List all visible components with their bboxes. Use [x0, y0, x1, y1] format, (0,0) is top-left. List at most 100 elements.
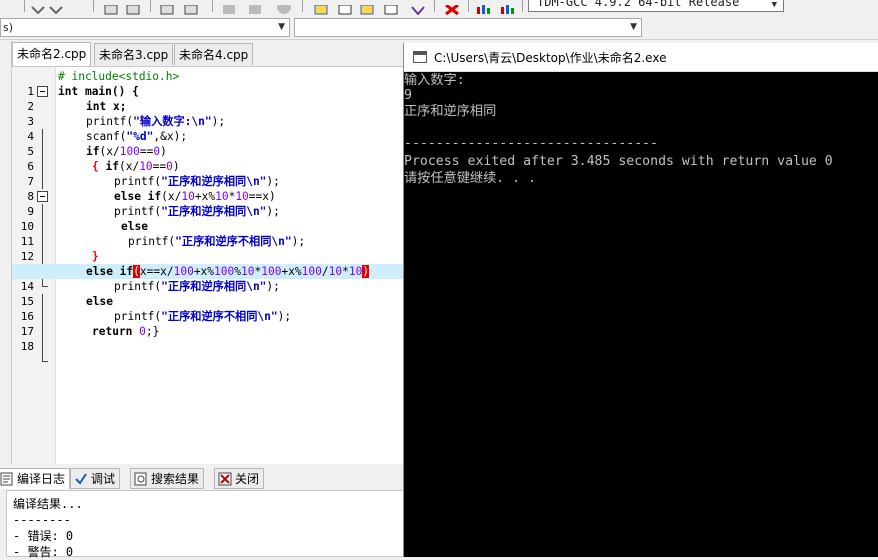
code-text: if(x/100==0): [86, 144, 167, 159]
member-combo[interactable]: ▼: [294, 18, 642, 37]
tab-file-3[interactable]: 未命名4.cpp: [174, 43, 254, 65]
code-text: printf("输入数字:\n");: [86, 114, 225, 129]
stop-icon[interactable]: [222, 0, 238, 14]
code-token: x==x/: [139, 265, 174, 278]
toolbar: TDM-GCC 4.9.2 64-bit Release ▼: [0, 0, 878, 16]
code-line[interactable]: 5 scanf("%d",&x);: [12, 129, 403, 174]
string-literal: "正序和逆序不相同\n": [175, 235, 292, 248]
code-line[interactable]: 7 { if(x/10==0): [12, 159, 403, 202]
toolbar-separator: [468, 0, 469, 12]
keyword: if: [86, 145, 100, 158]
compile-icon[interactable]: [104, 0, 120, 15]
code-token: printf(: [86, 115, 134, 128]
code-line-current[interactable]: 14 else if(x==x/100+x%100%10*100+x%100/1…: [12, 264, 403, 309]
code-line[interactable]: 2 int main() {: [12, 84, 403, 113]
code-text: else: [86, 294, 113, 309]
code-line[interactable]: 1 # include<stdio.h>: [12, 69, 403, 98]
code-line[interactable]: 18 return 0;}: [12, 324, 403, 362]
tab-file-1[interactable]: 未命名2.cpp: [12, 42, 92, 66]
number-literal: 100: [301, 265, 322, 278]
code-editor[interactable]: 1 # include<stdio.h> 2 int main() { 3 in…: [12, 66, 403, 464]
chart-icon[interactable]: [276, 0, 292, 14]
redo-icon[interactable]: [48, 0, 64, 15]
code-token: );: [277, 310, 292, 323]
tab-compile-log[interactable]: 编译日志: [0, 468, 71, 489]
window-icon[interactable]: [338, 0, 354, 15]
chart-icon[interactable]: [500, 0, 516, 14]
code-token: );: [266, 280, 280, 293]
keyword: else if: [114, 190, 162, 203]
compile-log[interactable]: 编译结果... -------- - 错误: 0 - 警告: 0: [6, 490, 404, 559]
undo-icon[interactable]: [30, 0, 46, 15]
code-line[interactable]: 12 printf("正序和逆序不相同\n");: [12, 234, 403, 279]
run-icon[interactable]: [126, 0, 142, 15]
code-line[interactable]: 10 printf("正序和逆序相同\n");: [12, 204, 403, 249]
compiler-select[interactable]: TDM-GCC 4.9.2 64-bit Release ▼: [528, 0, 784, 12]
output-panel-tabs: 编译日志 调试 搜索结果 关闭: [0, 467, 404, 489]
code-line[interactable]: 8 printf("正序和逆序相同\n");: [12, 174, 403, 219]
compile-run-icon[interactable]: [160, 0, 176, 15]
number-literal: 10: [328, 265, 343, 278]
keyword: else if: [86, 265, 134, 278]
grid-icon[interactable]: [360, 0, 376, 15]
console-line: 9: [404, 88, 412, 103]
log-line: - 错误: 0: [13, 529, 74, 543]
code-line[interactable]: 16 else: [12, 294, 403, 339]
toolbar-separator: [522, 0, 523, 12]
close-icon: [218, 472, 232, 486]
code-text: int x;: [86, 99, 126, 114]
code-token: x;: [106, 100, 127, 113]
code-line[interactable]: 6 if(x/100==0): [12, 144, 403, 189]
bracket-match: ): [362, 265, 370, 278]
string-literal: "正序和逆序相同\n": [161, 205, 267, 218]
code-line[interactable]: 3 int x;: [12, 99, 403, 144]
fold-toggle[interactable]: [37, 84, 48, 99]
keyword: else: [86, 295, 113, 308]
class-browser-bar: s) ▼ ▼: [0, 16, 878, 40]
code-line[interactable]: 4 printf("输入数字:\n");: [12, 114, 403, 159]
code-line[interactable]: 17 printf("正序和逆序不相同\n");: [12, 309, 403, 354]
profile-icon[interactable]: [248, 0, 264, 14]
code-text: printf("正序和逆序相同\n");: [114, 204, 280, 219]
code-token: printf(: [114, 310, 162, 323]
code-line[interactable]: 11 else: [12, 219, 403, 264]
console-line: Process exited after 3.485 seconds with …: [404, 154, 833, 169]
tab-label: 关闭: [235, 472, 260, 486]
toolbar-separator: [24, 0, 25, 12]
code-line[interactable]: 13 }: [12, 249, 403, 287]
brace: }: [92, 250, 99, 263]
tab-close[interactable]: 关闭: [214, 468, 265, 489]
debug-icon[interactable]: [184, 0, 200, 15]
code-token: );: [266, 205, 280, 218]
console-line: 正序和逆序相同: [404, 104, 497, 119]
console-window[interactable]: C:\Users\青云\Desktop\作业\未命名2.exe 输入数字: 9 …: [403, 43, 878, 557]
code-text: printf("正序和逆序相同\n");: [114, 279, 280, 294]
code-token: +x%: [281, 265, 302, 278]
console-output[interactable]: 输入数字: 9 正序和逆序相同 ------------------------…: [404, 73, 878, 557]
chart-icon[interactable]: [476, 0, 492, 14]
tab-label: 未命名4.cpp: [179, 48, 249, 62]
toolbar-separator: [150, 0, 151, 12]
code-token: ==x): [248, 190, 276, 203]
code-token: (x/: [161, 190, 182, 203]
check-icon[interactable]: [410, 0, 426, 16]
tab-search-results[interactable]: 搜索结果: [130, 468, 205, 489]
class-combo[interactable]: s) ▼: [0, 18, 290, 37]
code-line[interactable]: 9 else if(x/10+x%10*10==x): [12, 189, 403, 234]
search-results-icon: [134, 472, 148, 486]
code-line[interactable]: 15 printf("正序和逆序相同\n");: [12, 279, 403, 324]
tab-file-2[interactable]: 未命名3.cpp: [94, 43, 174, 65]
delete-icon[interactable]: [444, 0, 460, 16]
code-token: );: [211, 115, 226, 128]
window-icon[interactable]: [384, 0, 400, 15]
code-token: +x%: [193, 265, 215, 278]
code-token: ==: [139, 145, 154, 158]
console-title-bar[interactable]: C:\Users\青云\Desktop\作业\未命名2.exe: [404, 43, 878, 72]
tab-debug[interactable]: 调试: [70, 468, 121, 489]
code-text: else: [121, 219, 148, 234]
chevron-down-icon: ▼: [278, 22, 285, 32]
grid-icon[interactable]: [314, 0, 330, 15]
code-text: return 0;}: [92, 324, 159, 339]
console-line: 输入数字:: [404, 73, 465, 88]
tab-label: 未命名2.cpp: [17, 47, 87, 61]
